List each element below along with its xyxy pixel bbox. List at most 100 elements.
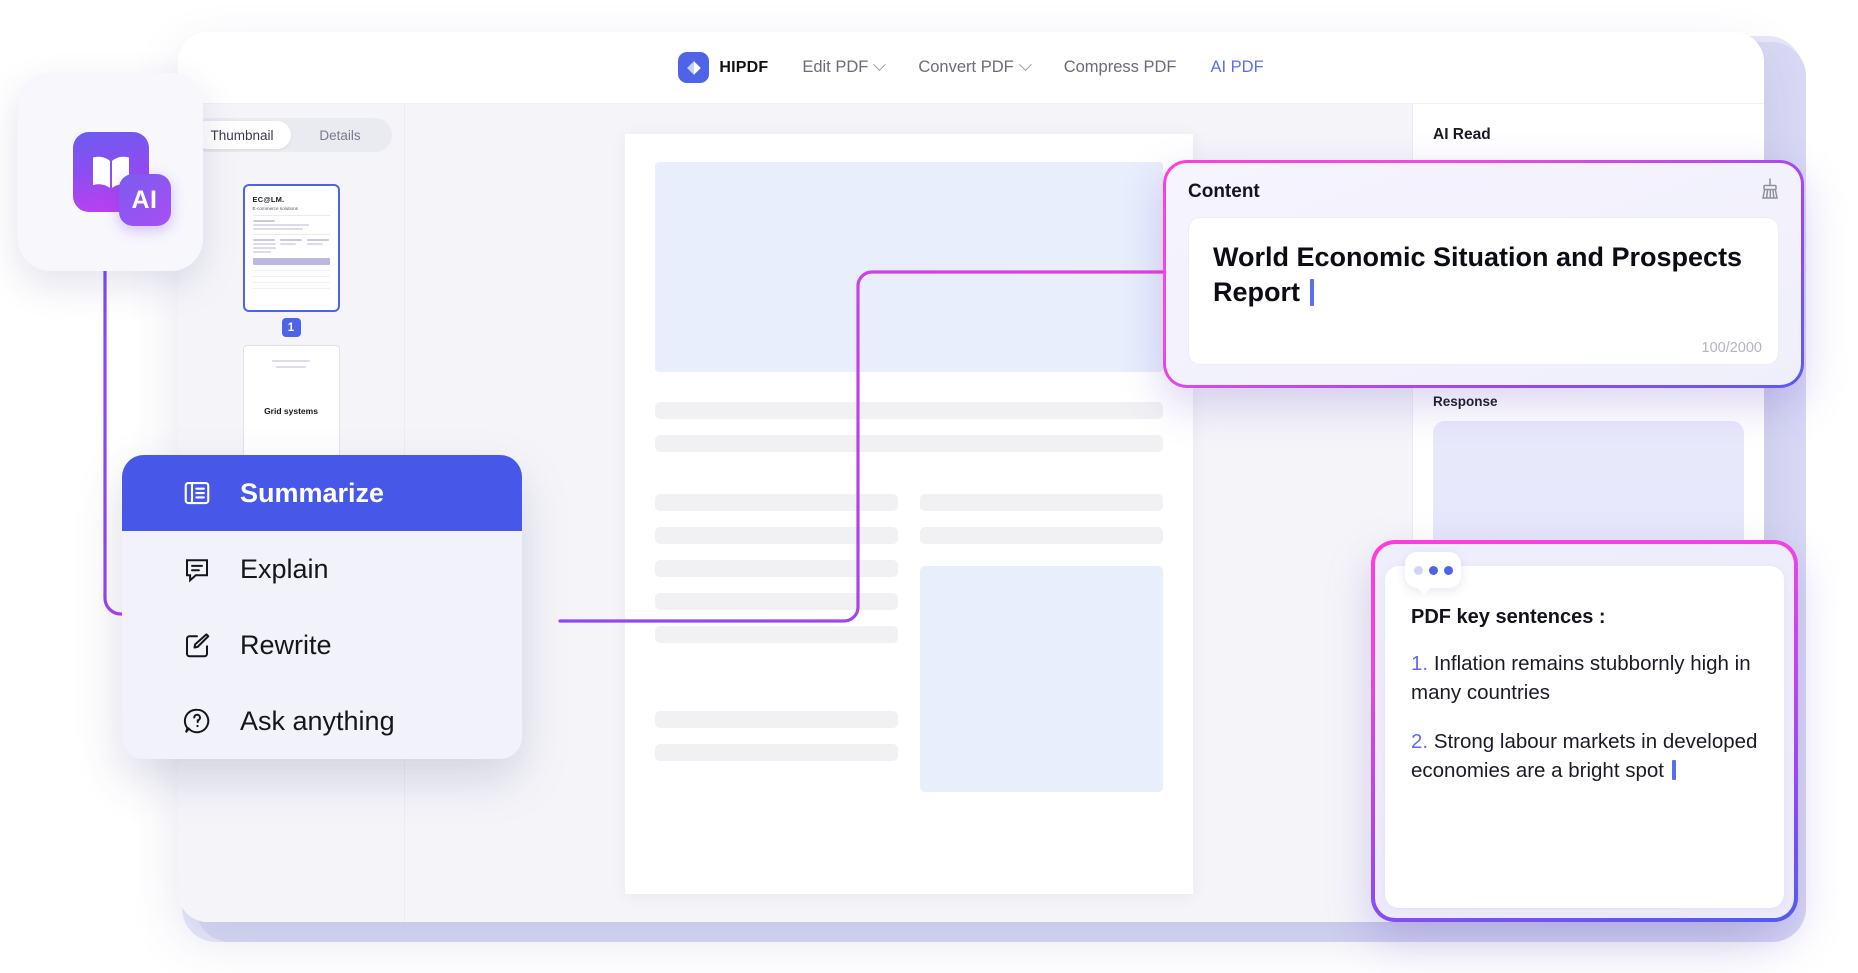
tab-details[interactable]: Details (291, 121, 389, 149)
thumbnail-line (252, 224, 310, 226)
broom-icon[interactable] (1759, 177, 1781, 201)
chat-bubble-icon (1405, 552, 1461, 595)
bubble-dot (1413, 565, 1423, 575)
document-text-line (654, 626, 898, 643)
document-text-line (654, 711, 898, 728)
speech-bubble-icon (182, 554, 212, 584)
tab-thumbnail[interactable]: Thumbnail (193, 121, 291, 149)
bubble-dot (1443, 565, 1453, 575)
response-label: Response (1433, 394, 1498, 409)
document-paragraph-block (654, 402, 1163, 452)
thumbnail-line (306, 243, 323, 245)
nav-item-compress-pdf-label: Compress PDF (1063, 58, 1177, 76)
nav-item-convert-pdf-label: Convert PDF (918, 58, 1014, 76)
document-page (624, 134, 1193, 894)
thumbnail-page-badge: 1 (281, 318, 301, 337)
document-column-left (654, 494, 898, 792)
menu-item-summarize[interactable]: Summarize (122, 455, 522, 531)
sidebar-tab-group: Thumbnail Details (190, 118, 392, 152)
brand-logo-group[interactable]: HIPDF (678, 52, 768, 83)
pencil-square-icon (182, 630, 212, 660)
open-book-icon: AI (72, 132, 171, 226)
question-bubble-icon (182, 706, 212, 736)
thumbnail-line (252, 228, 304, 230)
ai-read-title: AI Read (1433, 126, 1491, 143)
thumbnail-column (306, 239, 330, 255)
menu-item-rewrite[interactable]: Rewrite (122, 607, 522, 683)
document-text-line (654, 527, 898, 544)
key-sentences-callout: PDF key sentences : 1. Inflation remains… (1371, 540, 1798, 922)
menu-item-explain[interactable]: Explain (122, 531, 522, 607)
document-hero-image (654, 162, 1163, 372)
content-callout-body: Content World Economic Situation and Pro… (1166, 163, 1801, 385)
nav-item-compress-pdf[interactable]: Compress PDF (1064, 58, 1177, 77)
menu-item-explain-label: Explain (240, 553, 329, 584)
menu-item-summarize-label: Summarize (240, 477, 385, 508)
thumbnail-field-label (252, 239, 275, 241)
key-sentences-title: PDF key sentences : (1411, 606, 1606, 628)
document-figure-image (919, 566, 1163, 792)
key-sentence-number: 1. (1411, 652, 1429, 675)
nav-item-edit-pdf-label: Edit PDF (802, 58, 869, 76)
thumbnail-column (252, 239, 276, 255)
key-sentence-number: 2. (1411, 730, 1429, 754)
thumbnail-field-label (279, 239, 302, 241)
chevron-down-icon (1018, 58, 1032, 72)
document-text-line (919, 527, 1163, 544)
thumbnail-line (252, 243, 276, 245)
divider (252, 215, 330, 216)
key-sentence-text: Inflation remains stubbornly high in man… (1411, 652, 1751, 705)
thumbnail-line (252, 251, 271, 253)
thumbnail-column (279, 239, 303, 255)
thumbnail-line (279, 243, 296, 245)
nav-item-ai-pdf[interactable]: AI PDF (1210, 58, 1263, 77)
document-column-right (919, 494, 1163, 792)
thumbnail-table-header (252, 258, 330, 265)
content-text-value: World Economic Situation and Prospects R… (1213, 240, 1754, 309)
thumbnail-field-label (306, 239, 329, 241)
thumbnail-page-2[interactable]: Grid systems (242, 345, 340, 473)
document-text-line (654, 593, 898, 610)
document-text-line (919, 494, 1163, 511)
thumbnail-line (252, 247, 276, 249)
key-sentence-text: Strong labour markets in developed econo… (1411, 730, 1758, 783)
content-text-string: World Economic Situation and Prospects R… (1213, 242, 1743, 307)
thumbnail-line (276, 366, 306, 368)
thumbnail-line (272, 360, 310, 362)
key-sentences-card: PDF key sentences : 1. Inflation remains… (1385, 566, 1784, 908)
nav-item-convert-pdf[interactable]: Convert PDF (918, 58, 1032, 77)
content-title: Content (1188, 181, 1260, 202)
thumbnail-page-1[interactable]: EC@LM. E-commerce solutions (242, 184, 340, 312)
screenshot-stage: HIPDF Edit PDF Convert PDF Compress PDF … (0, 0, 1858, 973)
content-textarea[interactable]: World Economic Situation and Prospects R… (1188, 217, 1779, 365)
document-two-column-block (654, 494, 1163, 792)
menu-item-rewrite-label: Rewrite (240, 629, 332, 660)
thumbnail-item[interactable]: Grid systems (178, 345, 404, 473)
nav-item-ai-pdf-label: AI PDF (1210, 58, 1264, 76)
thumbnail-columns (252, 239, 330, 255)
document-text-line (654, 402, 1163, 419)
ai-book-feature-card: AI (18, 73, 203, 271)
document-text-line (654, 560, 898, 577)
document-list-icon (182, 478, 212, 508)
divider (252, 234, 330, 235)
thumbnail-doc-title: EC@LM. (252, 195, 285, 204)
ai-badge: AI (118, 174, 171, 226)
tab-details-label: Details (319, 127, 361, 143)
thumbnail-grid-title: Grid systems (264, 406, 318, 416)
key-sentence-item: 2. Strong labour markets in developed ec… (1411, 727, 1758, 785)
hipdf-logo-icon (678, 52, 710, 83)
thumbnail-item[interactable]: EC@LM. E-commerce solutions 1 (178, 184, 404, 337)
menu-item-ask-anything[interactable]: Ask anything (122, 683, 522, 759)
document-text-line (654, 494, 898, 511)
ai-action-menu[interactable]: Summarize Explain Rewrite Ask anything (122, 455, 522, 759)
bubble-dot (1428, 565, 1438, 575)
chevron-down-icon (873, 58, 887, 72)
tab-thumbnail-label: Thumbnail (210, 127, 274, 143)
menu-item-ask-anything-label: Ask anything (240, 705, 395, 736)
brand-name: HIPDF (719, 58, 769, 76)
content-callout: Content World Economic Situation and Pro… (1163, 160, 1804, 388)
text-caret (1310, 278, 1314, 306)
character-counter: 100/2000 (1701, 340, 1762, 356)
nav-item-edit-pdf[interactable]: Edit PDF (802, 58, 887, 77)
